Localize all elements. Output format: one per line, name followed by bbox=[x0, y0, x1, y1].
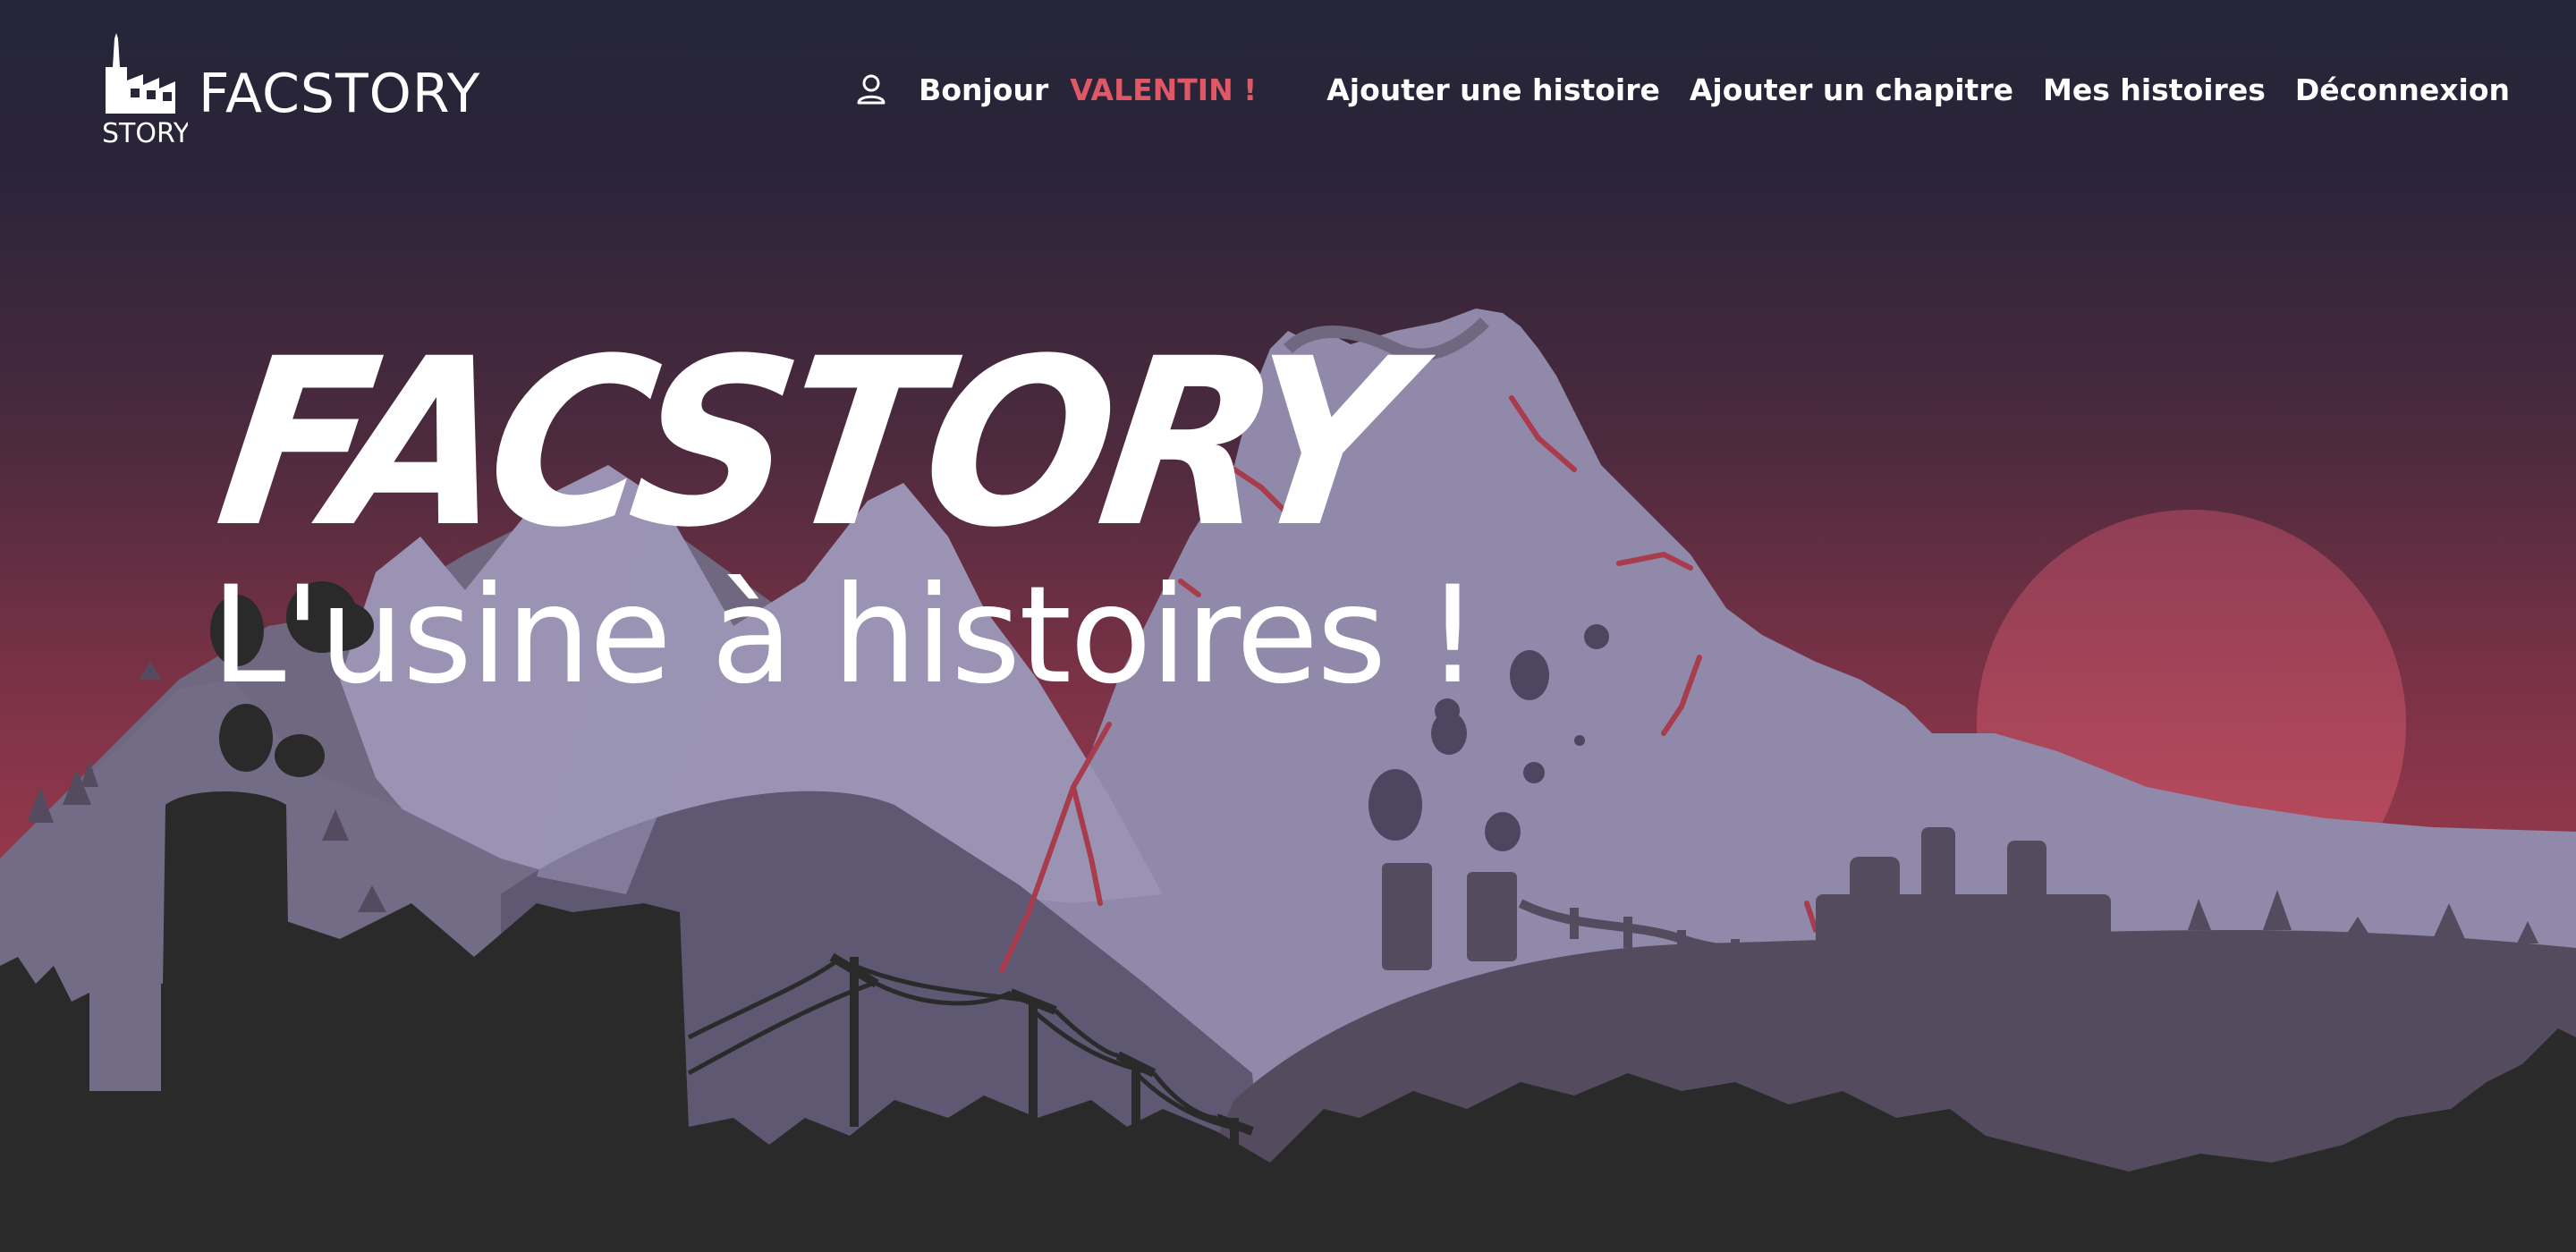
username-text: VALENTIN ! bbox=[1070, 72, 1258, 107]
hero: FACSTORY L'usine à histoires ! bbox=[205, 310, 1479, 714]
nav-logout-link[interactable]: Déconnexion bbox=[2295, 72, 2510, 107]
nav-add-chapter-link[interactable]: Ajouter un chapitre bbox=[1690, 72, 2013, 107]
factory-logo-icon: STORY bbox=[102, 33, 188, 148]
nav-my-stories-link[interactable]: Mes histoires bbox=[2043, 72, 2266, 107]
svg-text:STORY: STORY bbox=[102, 118, 188, 148]
main-nav: Bonjour VALENTIN ! Ajouter une histoire … bbox=[854, 0, 2510, 179]
user-icon bbox=[857, 74, 886, 105]
brand-name: FACSTORY bbox=[199, 63, 481, 125]
greeting-text: Bonjour bbox=[919, 72, 1049, 107]
hero-title: FACSTORY bbox=[205, 309, 1415, 579]
navbar: STORY FACSTORY Bonjour VALENTIN ! Ajoute… bbox=[0, 0, 2576, 179]
nav-add-story-link[interactable]: Ajouter une histoire bbox=[1326, 72, 1660, 107]
hero-subtitle: L'usine à histoires ! bbox=[211, 558, 1479, 714]
brand-home-link[interactable]: STORY FACSTORY bbox=[100, 0, 480, 179]
